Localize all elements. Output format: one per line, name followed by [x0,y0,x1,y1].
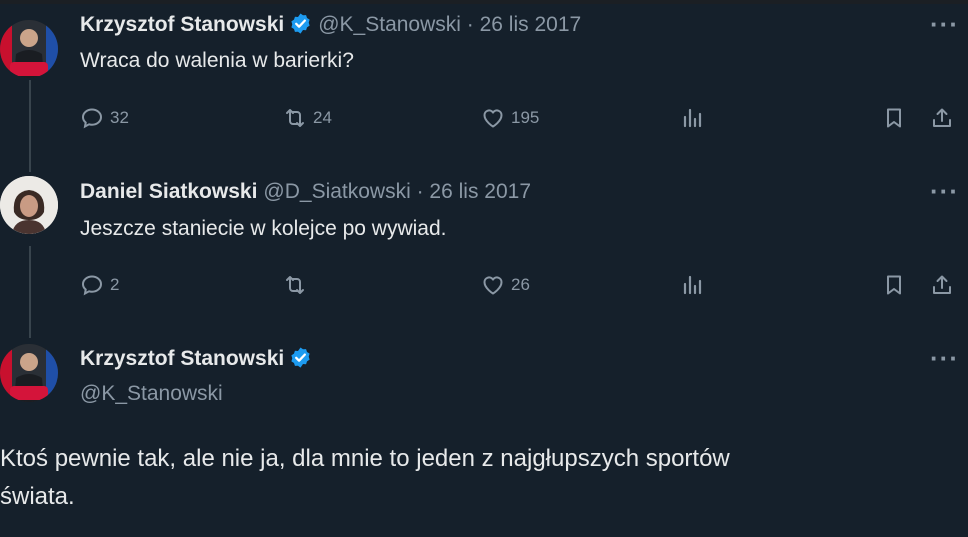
reply-icon [81,108,103,129]
like-icon [483,276,503,295]
tweet-header: Krzysztof Stanowski [80,346,312,372]
avatar-image [0,344,58,402]
retweet-button[interactable] [283,273,313,297]
more-icon[interactable]: ··· [930,345,959,371]
author-name[interactable]: Krzysztof Stanowski [80,347,284,370]
bookmark-button[interactable] [882,273,906,297]
tweet-text: Jeszcze staniecie w kolejce po wywiad. [80,217,447,240]
author-handle[interactable]: @K_Stanowski [318,13,461,36]
more-icon[interactable]: ··· [930,11,959,37]
author-handle[interactable]: @K_Stanowski [80,381,223,407]
tweet-text: Ktoś pewnie tak, ale nie ja, dla mnie to… [0,440,968,516]
avatar[interactable] [0,344,58,402]
share-icon [933,275,951,294]
verified-badge-icon [291,347,310,368]
avatar-image [0,176,58,234]
views-button[interactable] [680,106,704,130]
like-button[interactable]: 26 [481,273,530,297]
views-icon [683,275,702,295]
retweet-button[interactable]: 24 [283,106,332,130]
reply-count: 2 [110,275,120,294]
reply-count: 32 [110,108,129,127]
share-button[interactable] [930,273,954,297]
tweet-header: Daniel Siatkowski @D_Siatkowski · 26 lis … [80,179,531,205]
tweet-date[interactable]: · 26 lis 2017 [417,180,531,203]
tweet-date[interactable]: · 26 lis 2017 [467,13,581,36]
tweet-thread: Krzysztof Stanowski @K_Stanowski · 26 lis… [0,0,968,537]
verified-badge-icon [291,13,310,34]
reply-button[interactable]: 2 [80,273,119,297]
share-button[interactable] [930,106,954,130]
reply-icon [81,275,103,296]
author-name[interactable]: Daniel Siatkowski [80,180,257,203]
like-count: 26 [511,275,530,294]
retweet-icon [286,276,304,294]
tweet-text-line: Ktoś pewnie tak, ale nie ja, dla mnie to… [0,445,730,472]
avatar[interactable] [0,176,58,234]
share-icon [933,108,951,127]
author-name[interactable]: Krzysztof Stanowski [80,13,284,36]
bookmark-button[interactable] [882,106,906,130]
avatar[interactable] [0,20,58,78]
author-handle[interactable]: @D_Siatkowski [263,180,410,203]
bookmark-icon [887,108,901,128]
tweet-text: Wraca do walenia w barierki? [80,49,354,72]
like-icon [483,109,503,128]
retweet-count: 24 [313,108,332,127]
retweet-icon [286,109,304,127]
more-icon[interactable]: ··· [930,178,959,204]
tweet-text-line: świata. [0,483,75,510]
tweet-actions: 2 26 [0,273,968,303]
tweet-actions: 32 24 195 [0,106,968,136]
bookmark-icon [887,275,901,295]
top-edge [0,0,968,4]
tweet-header: Krzysztof Stanowski @K_Stanowski · 26 lis… [80,12,581,38]
like-button[interactable]: 195 [481,106,539,130]
like-count: 195 [511,108,540,127]
views-button[interactable] [680,273,704,297]
reply-button[interactable]: 32 [80,106,129,130]
views-icon [683,108,702,128]
avatar-image [0,20,58,78]
